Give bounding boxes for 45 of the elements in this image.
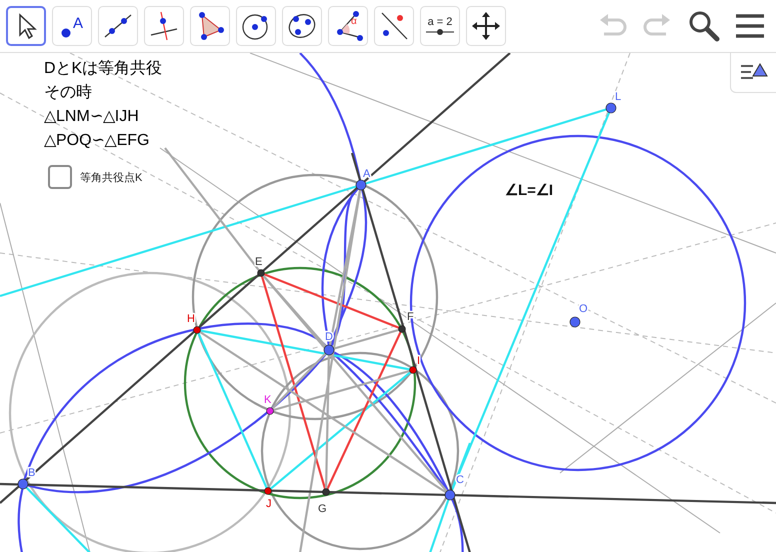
point[interactable]: [444, 490, 456, 500]
point[interactable]: [322, 488, 330, 496]
point-label: H: [187, 313, 195, 325]
point[interactable]: [18, 478, 28, 490]
point[interactable]: [570, 316, 580, 328]
point[interactable]: [356, 180, 366, 190]
point[interactable]: [257, 269, 265, 277]
alpha-symbol: α: [351, 16, 357, 27]
point[interactable]: [193, 326, 201, 334]
checkbox[interactable]: [48, 165, 72, 189]
search-icon: [688, 10, 720, 42]
tool-letter: A: [72, 14, 83, 32]
point-label: C: [456, 474, 464, 486]
point[interactable]: [606, 102, 616, 114]
point-label: K: [264, 394, 272, 406]
slider-icon: [425, 28, 455, 36]
tool-button[interactable]: a = 2: [420, 6, 460, 46]
note-text: その時: [44, 83, 93, 103]
point-label: D: [325, 331, 333, 343]
point-icon: [60, 28, 71, 38]
point[interactable]: [398, 325, 406, 333]
point[interactable]: [409, 366, 417, 374]
point[interactable]: [324, 344, 334, 356]
point-label: J: [266, 498, 272, 510]
tool-button[interactable]: [6, 6, 46, 46]
point-label: G: [318, 503, 327, 515]
point-label: L: [615, 91, 622, 103]
point-label: O: [579, 303, 588, 315]
perpendicular-line-icon: [148, 10, 180, 42]
point[interactable]: [266, 407, 274, 415]
slider-tool-label: a = 2: [428, 16, 452, 28]
note-text: △POQ∽△EFG: [44, 131, 150, 151]
point-label: I: [417, 355, 420, 367]
tool-button[interactable]: A: [52, 6, 92, 46]
point[interactable]: [264, 487, 272, 495]
menu-icon: [735, 13, 765, 39]
note-text: DとKは等角共役: [44, 59, 162, 79]
angle-equality-text: ∠L=∠I: [505, 181, 554, 199]
tool-button[interactable]: α: [328, 6, 368, 46]
point-label: E: [255, 256, 262, 268]
point-label: A: [363, 168, 370, 180]
style-bar-toggle-button[interactable]: [730, 53, 776, 93]
note-text: △LNM∽△IJH: [44, 107, 140, 127]
move-arrows-icon: [470, 10, 502, 42]
checkbox-label: 等角共役点K: [80, 170, 142, 184]
